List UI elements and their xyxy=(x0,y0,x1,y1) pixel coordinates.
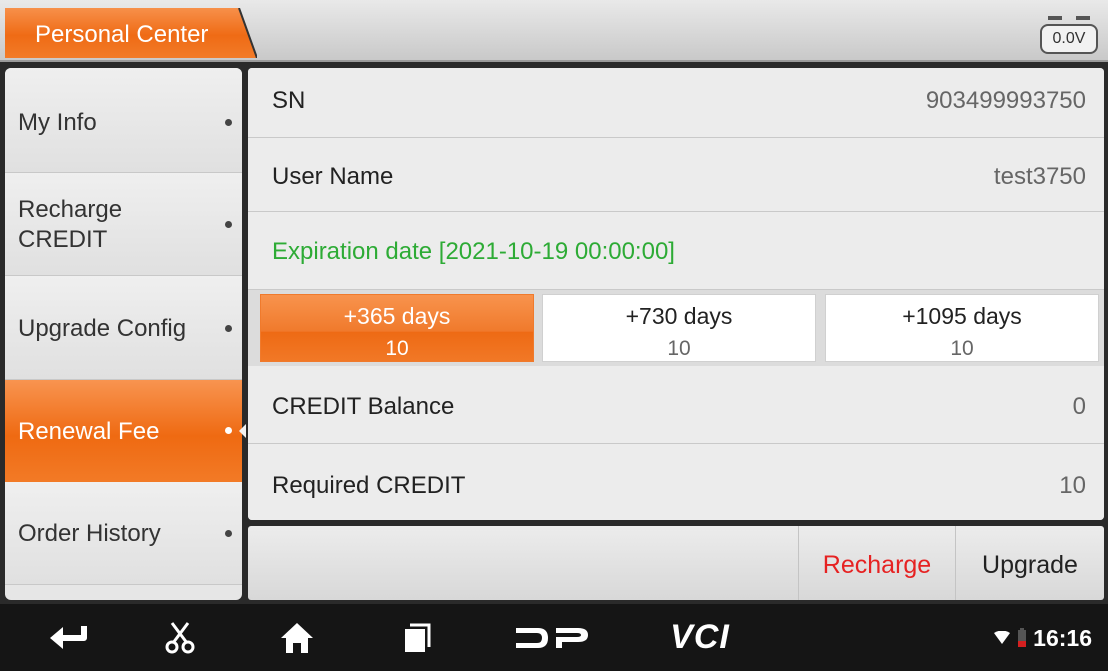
sidebar-item-label: Order History xyxy=(18,520,161,547)
sidebar-item-label: Renewal Fee xyxy=(18,418,160,445)
navigation-bar: VCI 16:16 xyxy=(0,604,1108,671)
plan-price: 10 xyxy=(667,337,691,360)
plan-730-days[interactable]: +730 days 10 xyxy=(542,294,816,362)
plan-365-days[interactable]: +365 days 10 xyxy=(260,294,534,362)
battery-voltage-indicator: 0.0V xyxy=(1040,16,1098,54)
bullet-dot-icon xyxy=(225,427,232,434)
sn-label: SN xyxy=(272,87,306,114)
bullet-dot-icon xyxy=(225,530,232,537)
credit-balance-row: CREDIT Balance 0 xyxy=(248,366,1104,444)
expiration-row: Expiration date [2021-10-19 00:00:00] xyxy=(248,212,1104,290)
sidebar: My Info Recharge CREDIT Upgrade Config R… xyxy=(5,68,242,600)
sidebar-item-renewal-fee[interactable]: Renewal Fee xyxy=(5,380,242,482)
sidebar-item-recharge-credit[interactable]: Recharge CREDIT xyxy=(5,173,242,276)
upgrade-button[interactable]: Upgrade xyxy=(955,526,1104,600)
wifi-icon xyxy=(994,631,1011,644)
username-label: User Name xyxy=(272,163,394,190)
username-row: User Name test3750 xyxy=(248,138,1104,212)
battery-terminal-icon xyxy=(1048,16,1062,20)
bullet-dot-icon xyxy=(225,325,232,332)
plan-1095-days[interactable]: +1095 days 10 xyxy=(825,294,1099,362)
vci-logo-icon[interactable]: VCI xyxy=(660,604,740,671)
credit-balance-value: 0 xyxy=(1072,393,1086,420)
battery-terminal-icon xyxy=(1076,16,1090,20)
personal-center-tab: Personal Center xyxy=(5,8,257,58)
recharge-button[interactable]: Recharge xyxy=(798,526,955,600)
plan-days: +730 days xyxy=(625,303,733,329)
voltage-value: 0.0V xyxy=(1040,24,1098,54)
sidebar-item-label: Recharge CREDIT xyxy=(18,196,123,253)
plan-days: +365 days xyxy=(343,303,451,329)
sidebar-item-label: My Info xyxy=(18,109,97,136)
action-bar: Recharge Upgrade xyxy=(248,526,1104,600)
plan-days: +1095 days xyxy=(902,303,1022,329)
sidebar-item-label: Upgrade Config xyxy=(18,315,187,342)
expiration-date: Expiration date [2021-10-19 00:00:00] xyxy=(272,238,675,265)
sn-value: 903499993750 xyxy=(925,87,1086,114)
sidebar-item-upgrade-config[interactable]: Upgrade Config xyxy=(5,276,242,380)
dp-logo-icon[interactable] xyxy=(512,604,592,671)
renewal-plan-options: +365 days 10 +730 days 10 +1095 days 10 xyxy=(248,290,1104,366)
page-title: Personal Center xyxy=(35,21,209,48)
clock: 16:16 xyxy=(1033,624,1092,651)
scissors-icon[interactable] xyxy=(160,604,200,671)
back-icon[interactable] xyxy=(45,604,95,671)
required-credit-row: Required CREDIT 10 xyxy=(248,444,1104,520)
sn-row: SN 903499993750 xyxy=(248,68,1104,138)
bullet-dot-icon xyxy=(225,119,232,126)
required-credit-label: Required CREDIT xyxy=(272,472,466,499)
title-bar: Personal Center 0.0V xyxy=(0,0,1108,62)
plan-price: 10 xyxy=(385,337,409,360)
required-credit-value: 10 xyxy=(1059,472,1086,499)
plan-price: 10 xyxy=(950,337,974,360)
vci-label: VCI xyxy=(670,618,730,656)
home-icon[interactable] xyxy=(275,604,319,671)
recent-apps-icon[interactable] xyxy=(397,604,437,671)
username-value: test3750 xyxy=(993,163,1086,190)
active-pointer-icon xyxy=(239,424,246,438)
credit-balance-label: CREDIT Balance xyxy=(272,393,455,420)
status-area: 16:16 xyxy=(993,624,1092,651)
sidebar-item-my-info[interactable]: My Info xyxy=(5,68,242,173)
sidebar-item-order-history[interactable]: Order History xyxy=(5,482,242,585)
bullet-dot-icon xyxy=(225,221,232,228)
renewal-fee-panel: SN 903499993750 User Name test3750 Expir… xyxy=(248,68,1104,520)
battery-low-icon xyxy=(1018,628,1027,647)
